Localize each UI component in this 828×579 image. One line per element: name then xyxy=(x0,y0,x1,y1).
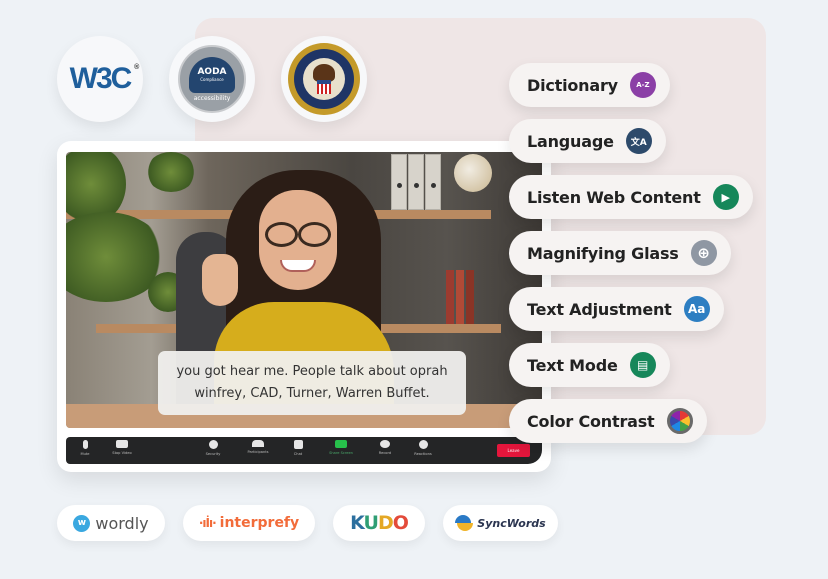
translate-icon: 文A xyxy=(625,128,652,154)
shield-shape xyxy=(317,80,331,94)
video-feed: you got hear me. People talk about oprah… xyxy=(66,152,542,428)
book-az-icon: A-Z xyxy=(629,72,656,98)
feature-dictionary[interactable]: Dictionary A-Z xyxy=(509,63,670,107)
feature-color-contrast[interactable]: Color Contrast xyxy=(509,399,707,443)
meeting-toolbar: Mute Stop Video Security Participants Ch… xyxy=(66,437,542,464)
book xyxy=(466,270,474,324)
feature-language[interactable]: Language 文A xyxy=(509,119,666,163)
binder xyxy=(408,154,424,210)
chat-button[interactable]: Chat xyxy=(279,440,317,456)
feature-label: Dictionary xyxy=(527,75,618,95)
partner-interprefy[interactable]: ·ıİı· interprefy xyxy=(183,505,315,541)
kudo-letter: D xyxy=(377,512,394,534)
mute-button[interactable]: Mute xyxy=(66,440,104,456)
security-label: Security xyxy=(205,452,221,456)
sync-arrows-icon xyxy=(455,515,474,531)
feature-label: Listen Web Content xyxy=(527,187,701,207)
aoda-seal-center: AODA Compliance xyxy=(189,56,235,93)
binder xyxy=(425,154,441,210)
kudo-letter: U xyxy=(363,512,379,534)
shelf xyxy=(371,324,501,333)
kudo-letter: O xyxy=(392,512,409,534)
aoda-text: AODA xyxy=(197,67,227,77)
feature-label: Magnifying Glass xyxy=(527,243,679,263)
text-document-icon: ▤ xyxy=(629,352,656,378)
feature-listen-web-content[interactable]: Listen Web Content ▶ xyxy=(509,175,753,219)
aoda-seal: AODA Compliance accessibility xyxy=(178,45,246,113)
doj-seal-ring xyxy=(294,49,354,109)
feature-label: Text Adjustment xyxy=(527,299,672,319)
partner-wordly[interactable]: w wordly xyxy=(57,505,165,541)
chat-label: Chat xyxy=(293,452,303,456)
feature-label: Language xyxy=(527,131,614,151)
registered-mark: ® xyxy=(134,64,139,71)
kudo-logo: KUDO xyxy=(350,512,409,534)
security-button[interactable]: Security xyxy=(194,440,232,456)
aoda-subtext: Compliance xyxy=(200,77,224,82)
feature-label: Color Contrast xyxy=(527,411,655,431)
reactions-button[interactable]: Reactions xyxy=(404,440,442,456)
play-icon: ▶ xyxy=(712,184,739,210)
record-icon xyxy=(380,440,390,448)
interprefy-logo-icon: ·ıİı· xyxy=(198,516,217,530)
reactions-label: Reactions xyxy=(414,452,432,456)
leave-button[interactable]: Leave xyxy=(497,444,530,457)
wordly-name: wordly xyxy=(95,513,149,533)
chat-bubble-icon xyxy=(293,440,303,449)
participants-label: Participants xyxy=(247,450,269,454)
person-hand xyxy=(202,254,238,306)
emoji-icon xyxy=(418,440,428,449)
globe xyxy=(454,154,492,192)
partner-kudo[interactable]: KUDO xyxy=(333,505,425,541)
aoda-badge: AODA Compliance accessibility xyxy=(169,36,255,122)
kudo-letter: K xyxy=(350,512,364,534)
mute-label: Mute xyxy=(80,452,90,456)
participants-icon xyxy=(252,440,264,447)
caption-line: winfrey, CAD, Turner, Warren Buffet. xyxy=(194,386,430,401)
magnifier-icon: ⊕ xyxy=(690,240,717,266)
share-screen-label: Share Screen xyxy=(329,451,353,455)
doj-badge xyxy=(281,36,367,122)
doj-seal xyxy=(288,43,360,115)
live-caption: you got hear me. People talk about oprah… xyxy=(158,351,466,415)
record-button[interactable]: Record xyxy=(366,440,404,455)
doj-eagle-icon xyxy=(303,58,345,100)
stop-video-label: Stop Video xyxy=(112,451,132,455)
share-screen-button[interactable]: Share Screen xyxy=(322,440,360,455)
video-call-card: you got hear me. People talk about oprah… xyxy=(57,141,551,472)
feature-text-adjustment[interactable]: Text Adjustment Aa xyxy=(509,287,724,331)
w3c-text: W3C xyxy=(69,62,133,95)
syncwords-name: SyncWords xyxy=(477,516,546,530)
partner-syncwords[interactable]: SyncWords xyxy=(443,505,558,541)
binder xyxy=(391,154,407,210)
w3c-badge: W3C ® xyxy=(57,36,143,122)
video-camera-icon xyxy=(116,440,128,448)
stop-video-button[interactable]: Stop Video xyxy=(103,440,141,455)
participants-button[interactable]: Participants xyxy=(239,440,277,454)
shield-icon xyxy=(208,440,218,449)
interprefy-name: interprefy xyxy=(219,515,300,531)
feature-label: Text Mode xyxy=(527,355,618,375)
book xyxy=(456,270,464,324)
feature-magnifying-glass[interactable]: Magnifying Glass ⊕ xyxy=(509,231,731,275)
feature-text-mode[interactable]: Text Mode ▤ xyxy=(509,343,670,387)
w3c-logo: W3C ® xyxy=(69,62,140,96)
color-wheel-icon xyxy=(666,408,693,434)
person-glasses xyxy=(265,222,331,247)
wordly-logo-icon: w xyxy=(73,514,91,532)
plant xyxy=(146,152,196,192)
book xyxy=(446,270,454,324)
caption-line: you got hear me. People talk about oprah xyxy=(176,364,448,379)
record-label: Record xyxy=(378,451,392,455)
microphone-icon xyxy=(82,440,88,449)
share-screen-icon xyxy=(335,440,347,448)
aoda-bottom-text: accessibility xyxy=(193,94,231,102)
text-size-icon: Aa xyxy=(683,296,710,322)
